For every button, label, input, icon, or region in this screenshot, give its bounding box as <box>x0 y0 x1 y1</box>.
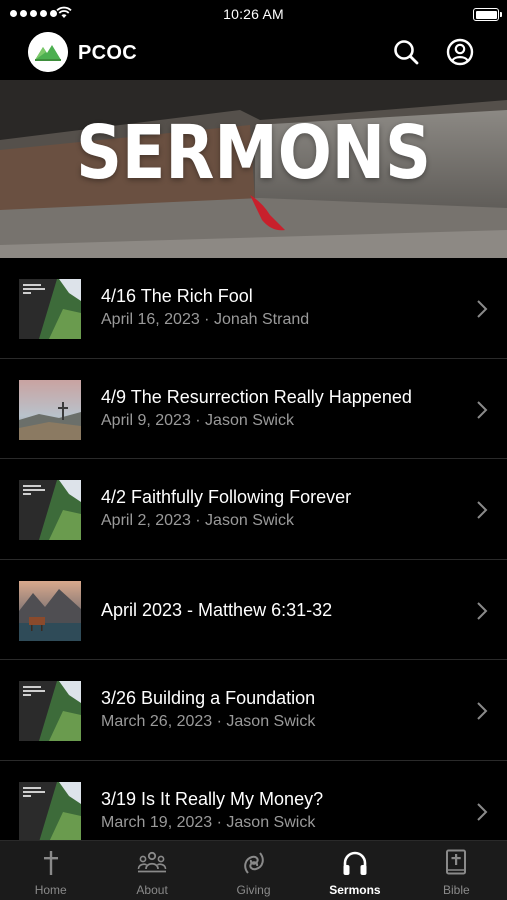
tab-label: About <box>136 883 168 897</box>
status-bar: 10:26 AM <box>0 0 507 30</box>
search-icon[interactable] <box>391 37 421 67</box>
status-time: 10:26 AM <box>223 6 284 22</box>
sermon-item[interactable]: 4/9 The Resurrection Really Happened Apr… <box>0 359 507 459</box>
sermon-title: 3/19 Is It Really My Money? <box>101 788 324 809</box>
chevron-right-icon <box>477 802 488 821</box>
people-icon <box>137 851 167 873</box>
sermon-item[interactable]: 4/16 The Rich Fool April 16, 2023 · Jona… <box>0 258 507 359</box>
tab-label: Bible <box>442 883 470 897</box>
sermon-item[interactable]: 3/19 Is It Really My Money? March 19, 20… <box>0 761 507 840</box>
account-icon[interactable] <box>445 37 475 67</box>
sermon-date-speaker: March 19, 2023 · Jason Swick <box>101 813 316 831</box>
chevron-right-icon <box>477 501 488 519</box>
tab-about[interactable]: About <box>101 841 202 900</box>
tab-label: Sermons <box>329 883 381 897</box>
sermons-hero-banner: SERMONS <box>0 80 507 258</box>
tab-label: Home <box>34 883 67 897</box>
tab-home[interactable]: Home <box>0 841 101 900</box>
giving-icon <box>243 852 264 874</box>
sermon-date-speaker: April 9, 2023 · Jason Swick <box>101 411 294 429</box>
headphones-icon <box>343 851 367 875</box>
sermon-title: 4/9 The Resurrection Really Happened <box>101 386 412 407</box>
church-logo[interactable] <box>28 32 68 72</box>
sermon-date-speaker: April 16, 2023 · Jonah Strand <box>101 311 310 328</box>
app-title: PCOC <box>78 42 137 64</box>
sermon-date-speaker: April 2, 2023 · Jason Swick <box>101 512 294 529</box>
tab-bible[interactable]: Bible <box>406 841 507 900</box>
sermon-thumbnail <box>19 781 81 840</box>
mountain-logo-icon <box>28 32 68 72</box>
tab-giving[interactable]: Giving <box>203 841 304 900</box>
chevron-right-icon <box>477 601 488 620</box>
bottom-tab-bar: Home About Giving Sermons Bible <box>0 840 507 900</box>
bible-icon <box>446 849 467 875</box>
hero-title: SERMONS <box>76 110 431 196</box>
sermon-title: 4/16 The Rich Fool <box>101 286 253 306</box>
sermon-title: 4/2 Faithfully Following Forever <box>101 487 352 507</box>
sermon-title: 3/26 Building a Foundation <box>101 688 316 708</box>
sermon-thumbnail <box>19 681 81 741</box>
app-header: PCOC <box>0 30 507 80</box>
chevron-right-icon <box>477 702 488 720</box>
tab-sermons[interactable]: Sermons <box>304 841 405 900</box>
tab-label: Giving <box>236 883 271 897</box>
battery-icon <box>473 8 502 21</box>
sermon-item[interactable]: 4/2 Faithfully Following Forever April 2… <box>0 459 507 560</box>
sermon-item[interactable]: April 2023 - Matthew 6:31-32 <box>0 560 507 660</box>
sermon-title: April 2023 - Matthew 6:31-32 <box>101 599 333 620</box>
chevron-right-icon <box>477 400 488 419</box>
sermon-item[interactable]: 3/26 Building a Foundation March 26, 202… <box>0 660 507 761</box>
chevron-right-icon <box>477 300 488 318</box>
sermon-list: 4/16 The Rich Fool April 16, 2023 · Jona… <box>0 258 507 840</box>
sermon-date-speaker: March 26, 2023 · Jason Swick <box>101 713 316 730</box>
sermon-thumbnail <box>19 580 81 641</box>
cross-icon <box>43 851 58 875</box>
sermon-thumbnail <box>19 379 81 440</box>
sermon-thumbnail <box>19 480 81 540</box>
sermon-thumbnail <box>19 279 81 339</box>
